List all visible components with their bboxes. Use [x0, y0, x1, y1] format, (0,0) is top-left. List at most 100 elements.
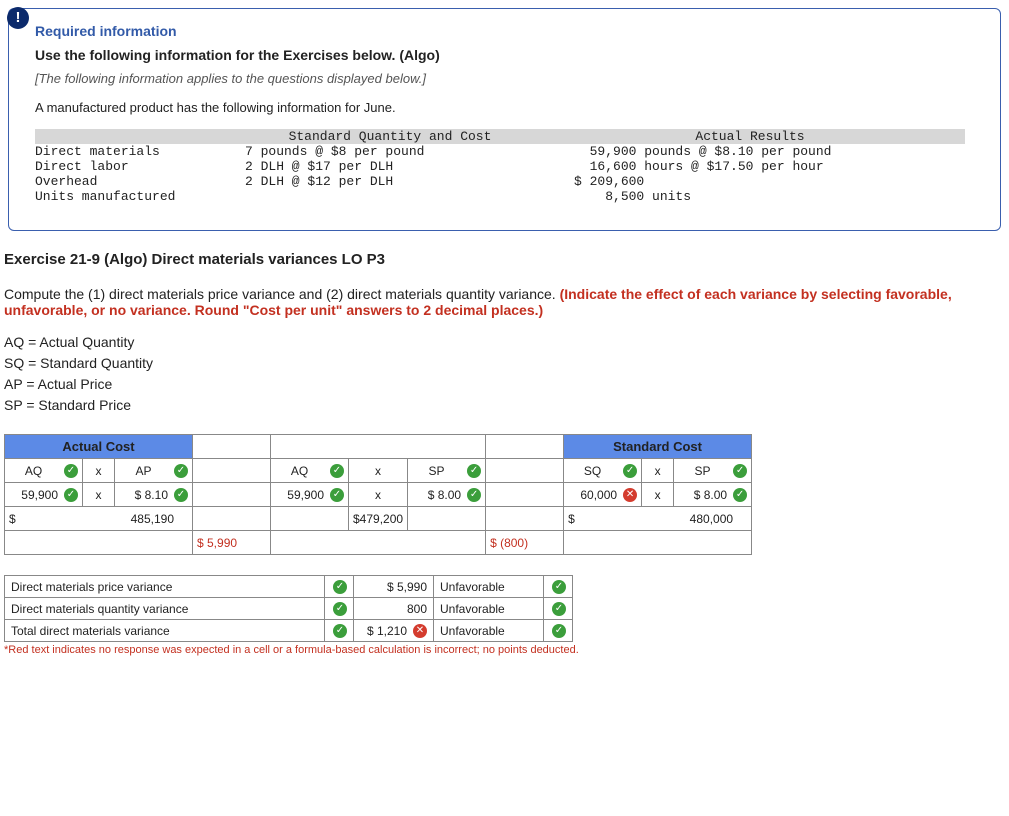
summary-val-qty[interactable]: 800: [354, 598, 434, 620]
grid-gap-4d: [486, 507, 564, 531]
grid-gap-1b: [271, 435, 486, 459]
grid-gap-5c: [564, 531, 752, 555]
grid-header-actual: Actual Cost: [5, 435, 193, 459]
c3-sq-val[interactable]: 60,000✕: [564, 483, 642, 507]
grid-gap-5b: [271, 531, 486, 555]
check-icon: ✓: [330, 488, 344, 502]
c1-aq-val[interactable]: 59,900✓: [5, 483, 83, 507]
grid-gap-5a: [5, 531, 193, 555]
c2-total: $479,200: [349, 507, 408, 531]
c2-aq-label[interactable]: AQ✓: [271, 459, 349, 483]
info-heading: Use the following information for the Ex…: [35, 47, 974, 63]
alert-icon: !: [7, 7, 29, 29]
summary-post-check-total: ✓: [544, 620, 573, 642]
data-row-um-label: Units manufactured: [35, 189, 245, 204]
data-row-dm-label: Direct materials: [35, 144, 245, 159]
legend-sp: SP = Standard Price: [4, 395, 1005, 416]
summary-pre-check-qty: ✓: [325, 598, 354, 620]
check-icon: ✓: [552, 602, 566, 616]
c2-sp-label[interactable]: SP✓: [408, 459, 486, 483]
c1-ap-val[interactable]: $ 8.10✓: [115, 483, 193, 507]
cross-icon: ✕: [413, 624, 427, 638]
summary-row-qty: Direct materials quantity variance ✓ 800…: [5, 598, 573, 620]
c1-x2: x: [83, 483, 115, 507]
legend-aq: AQ = Actual Quantity: [4, 332, 1005, 353]
c2-x2: x: [349, 483, 408, 507]
grid-gap-4a: [193, 507, 271, 531]
summary-pre-check-price: ✓: [325, 576, 354, 598]
summary-pre-check-total: ✓: [325, 620, 354, 642]
c3-sq-label[interactable]: SQ✓: [564, 459, 642, 483]
exercise-title: Exercise 21-9 (Algo) Direct materials va…: [4, 251, 1005, 268]
variance-grid: Actual Cost Standard Cost AQ✓ x AP✓ AQ✓ …: [4, 434, 752, 555]
c1-x1: x: [83, 459, 115, 483]
summary-label-qty: Direct materials quantity variance: [5, 598, 325, 620]
exercise-prompt: Compute the (1) direct materials price v…: [4, 286, 1005, 318]
summary-row-price: Direct materials price variance ✓ $ 5,99…: [5, 576, 573, 598]
diff-price[interactable]: $ 5,990: [193, 531, 271, 555]
data-row-um-std: [245, 189, 535, 204]
grid-gap-2b: [486, 459, 564, 483]
prompt-plain: Compute the (1) direct materials price v…: [4, 286, 560, 302]
legend-block: AQ = Actual Quantity SQ = Standard Quant…: [4, 332, 1005, 416]
c1-total: $485,190: [5, 507, 193, 531]
c2-aq-val[interactable]: 59,900✓: [271, 483, 349, 507]
required-info-box: ! Required information Use the following…: [8, 8, 1001, 231]
data-row-dl-label: Direct labor: [35, 159, 245, 174]
footnote-text: *Red text indicates no response was expe…: [4, 644, 1005, 656]
check-icon: ✓: [467, 464, 481, 478]
data-row-oh-std: 2 DLH @ $12 per DLH: [245, 174, 535, 189]
check-icon: ✓: [174, 488, 188, 502]
data-row-dl-std: 2 DLH @ $17 per DLH: [245, 159, 535, 174]
c3-total: $480,000: [564, 507, 752, 531]
c1-aq-label[interactable]: AQ✓: [5, 459, 83, 483]
check-icon: ✓: [733, 464, 747, 478]
grid-gap-4c: [408, 507, 486, 531]
grid-gap-1a: [193, 435, 271, 459]
data-row-dm-std: 7 pounds @ $8 per pound: [245, 144, 535, 159]
legend-ap: AP = Actual Price: [4, 374, 1005, 395]
summary-label-total: Total direct materials variance: [5, 620, 325, 642]
check-icon: ✓: [333, 602, 347, 616]
check-icon: ✓: [64, 464, 78, 478]
check-icon: ✓: [733, 488, 747, 502]
c3-sp-label[interactable]: SP✓: [674, 459, 752, 483]
check-icon: ✓: [174, 464, 188, 478]
info-intro: A manufactured product has the following…: [35, 100, 974, 115]
grid-gap-3a: [193, 483, 271, 507]
required-title: Required information: [35, 23, 974, 39]
summary-table: Direct materials price variance ✓ $ 5,99…: [4, 575, 573, 642]
diff-qty[interactable]: $ (800): [486, 531, 564, 555]
grid-gap-1c: [486, 435, 564, 459]
grid-gap-4b: [271, 507, 349, 531]
check-icon: ✓: [333, 580, 347, 594]
c2-sp-val[interactable]: $ 8.00✓: [408, 483, 486, 507]
c3-x1: x: [642, 459, 674, 483]
c3-sp-val[interactable]: $ 8.00✓: [674, 483, 752, 507]
grid-gap-2a: [193, 459, 271, 483]
summary-label-price: Direct materials price variance: [5, 576, 325, 598]
summary-eff-total[interactable]: Unfavorable: [434, 620, 544, 642]
data-row-oh-label: Overhead: [35, 174, 245, 189]
data-header-actual: Actual Results: [535, 129, 965, 144]
info-data-table: Standard Quantity and Cost Actual Result…: [35, 129, 965, 204]
legend-sq: SQ = Standard Quantity: [4, 353, 1005, 374]
c2-x1: x: [349, 459, 408, 483]
data-header-standard: Standard Quantity and Cost: [245, 129, 535, 144]
check-icon: ✓: [552, 624, 566, 638]
summary-eff-qty[interactable]: Unfavorable: [434, 598, 544, 620]
info-data-block: Standard Quantity and Cost Actual Result…: [35, 129, 974, 204]
check-icon: ✓: [552, 580, 566, 594]
check-icon: ✓: [330, 464, 344, 478]
summary-val-total[interactable]: $ 1,210✕: [354, 620, 434, 642]
c1-ap-label[interactable]: AP✓: [115, 459, 193, 483]
data-row-oh-act: $ 209,600: [535, 174, 965, 189]
summary-eff-price[interactable]: Unfavorable: [434, 576, 544, 598]
check-icon: ✓: [623, 464, 637, 478]
data-row-dl-act: 16,600 hours @ $17.50 per hour: [535, 159, 965, 174]
data-row-dm-act: 59,900 pounds @ $8.10 per pound: [535, 144, 965, 159]
check-icon: ✓: [333, 624, 347, 638]
data-header-blank: [35, 129, 245, 144]
grid-header-standard: Standard Cost: [564, 435, 752, 459]
summary-val-price[interactable]: $ 5,990: [354, 576, 434, 598]
